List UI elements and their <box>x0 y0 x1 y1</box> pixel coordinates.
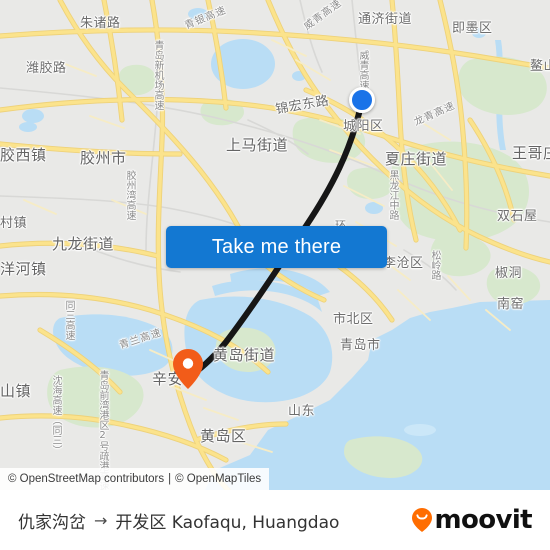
moovit-wordmark: moovit <box>434 505 532 535</box>
map-canvas[interactable]: 朱诸路青银高速威青高速通济街道即墨区潍胶路青岛新机场高速锦宏东路威青高速鳌山胶西… <box>0 0 550 490</box>
arrow-right-icon: → <box>94 510 108 530</box>
moovit-logo[interactable]: moovit <box>411 505 533 535</box>
route-footer: 仇家沟岔 → 开发区 Kaofaqu, Huangdao moovit <box>0 490 550 550</box>
attribution-osm[interactable]: © OpenStreetMap contributors <box>8 473 164 485</box>
attribution-separator: | <box>168 473 172 485</box>
moovit-pin-icon <box>411 507 433 533</box>
take-me-there-button[interactable]: Take me there <box>166 226 387 268</box>
destination-marker[interactable] <box>172 348 204 390</box>
moovit-route-card: 朱诸路青银高速威青高速通济街道即墨区潍胶路青岛新机场高速锦宏东路威青高速鳌山胶西… <box>0 0 550 550</box>
map-attribution: © OpenStreetMap contributors | © OpenMap… <box>0 468 270 490</box>
origin-marker[interactable] <box>349 87 375 113</box>
attribution-tiles[interactable]: © OpenMapTiles <box>175 473 261 485</box>
route-origin-label: 仇家沟岔 <box>18 512 86 533</box>
route-summary: 仇家沟岔 → 开发区 Kaofaqu, Huangdao <box>18 508 339 533</box>
route-destination-label: 开发区 Kaofaqu, Huangdao <box>115 512 340 533</box>
